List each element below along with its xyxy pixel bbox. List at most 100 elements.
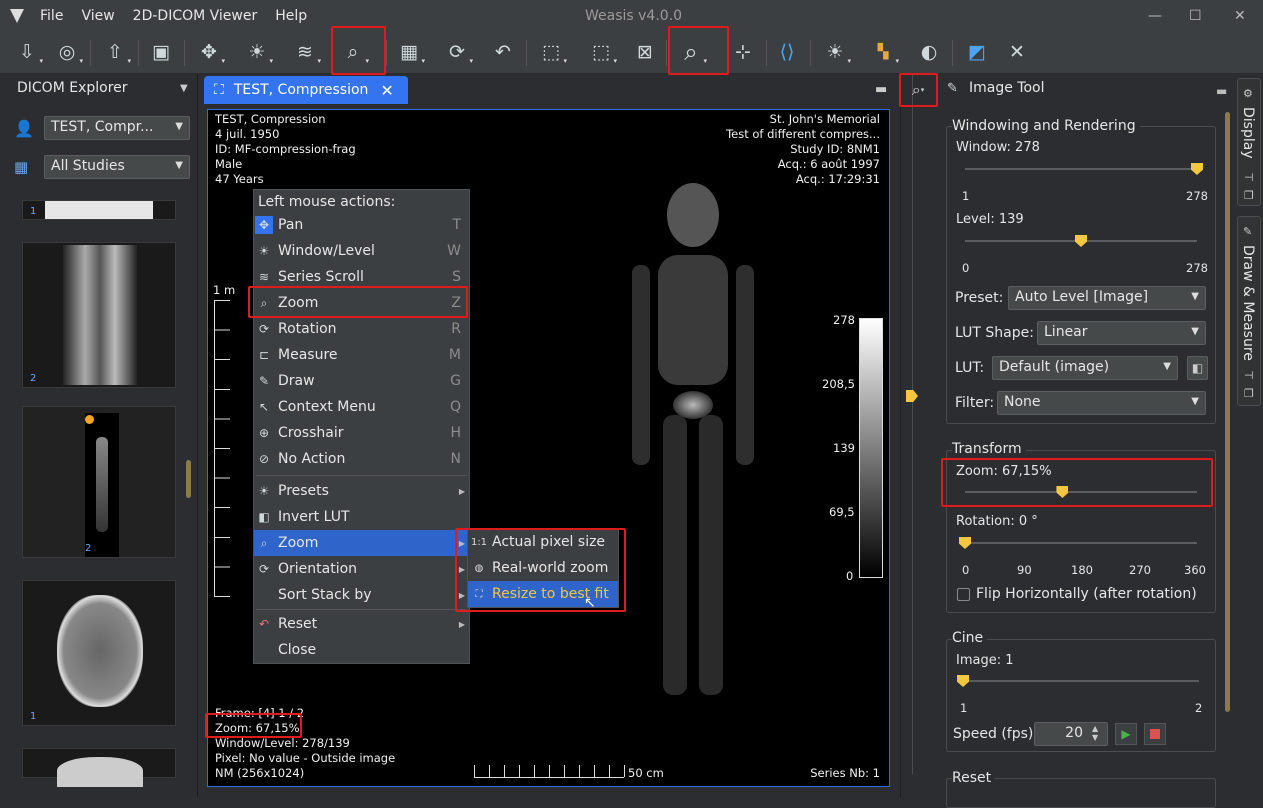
menu-file[interactable]: File [40,8,63,24]
menu-item-orientation[interactable]: ⟳ Orientation ▶ [254,556,469,582]
invert-lut-toggle-icon[interactable]: ◧ [1187,356,1208,380]
series-thumbnail[interactable]: 1 [22,200,176,220]
draw-measure-tab[interactable]: ✎ Draw & Measure ⊣ ❐ [1237,216,1261,406]
pixel-info: Pixel: No value - Outside image [215,751,396,765]
invert-lut-icon[interactable]: ◐ [912,36,946,68]
float-icon[interactable]: ❐ [1244,387,1254,400]
menu-item-zoom[interactable]: ⌕ Zoom ▶ [254,530,469,556]
pin-icon[interactable]: ⊣ [1244,369,1254,382]
mouse-window-level-icon[interactable]: ☀ ▾ [240,36,274,68]
patient-select[interactable]: TEST, Compr... ▼ [44,116,190,140]
menu-icon: ◧ [258,510,270,524]
rotation-slider[interactable] [965,542,1197,544]
title-bar: File View 2D-DICOM Viewer Help Weasis v4… [0,0,1263,32]
highlight-mouse-zoom [331,26,386,75]
synch-icon[interactable]: ⟳ ▾ [440,36,474,68]
cine-title: Cine [952,630,988,646]
explorer-menu-icon[interactable]: ▼ [180,83,188,94]
menu-item-close[interactable]: Close [254,637,469,663]
menu-icon [255,586,273,604]
menu-item-rotation[interactable]: ⟳ Rotation R [254,316,469,342]
menu-item-reset[interactable]: ↶ Reset ▶ [254,611,469,637]
menu-item-pan[interactable]: ✥ Pan T [254,212,469,238]
minimize-panel-icon[interactable]: ▬ [1216,84,1227,98]
acquisition-date: Acq.: 6 août 1997 [777,157,880,171]
display-tab[interactable]: ⚙ Display ⊣ ❐ [1237,78,1261,206]
import-dicom-icon[interactable]: ⇩ ▾ [10,36,44,68]
select-measure-icon[interactable]: ⬚ ▾ [534,36,568,68]
close-window-button[interactable]: ✕ [1234,8,1246,24]
menu-icon: ↶ [258,617,270,631]
highlight-zoom-slider [941,458,1213,507]
display-tab-icon: ⚙ [1243,87,1253,100]
menu-item-invert-lut[interactable]: ◧ Invert LUT [254,504,469,530]
series-thumbnail[interactable]: 1 [22,580,176,726]
menu-item-no-action[interactable]: ⊘ No Action N [254,446,469,472]
pan-icon: ✥ [255,216,273,234]
horizontal-scale [474,777,624,778]
panel-splitter-handle[interactable] [906,390,918,402]
flip-checkbox[interactable] [957,588,970,601]
minimize-button[interactable]: — [1148,8,1162,24]
lut-select[interactable]: Default (image) ▼ [992,356,1178,380]
lut-shape-select[interactable]: Linear ▼ [1037,321,1206,345]
maximize-button[interactable]: ☐ [1189,8,1202,24]
menu-item-context-menu[interactable]: ↖ Context Menu Q [254,394,469,420]
rotation-tick: 360 [1184,563,1206,577]
patient-name: TEST, Compression [215,112,326,126]
level-max: 278 [1186,261,1208,275]
maximize-viewer-icon[interactable]: ▬ [875,82,887,97]
cine-image-slider[interactable] [963,680,1199,682]
stop-icon[interactable] [1144,723,1166,745]
zoom-fit-icon[interactable]: ⊹ [726,36,760,68]
cine-min: 1 [960,701,968,715]
rotation-label: Rotation: 0 ° [956,514,1038,529]
pin-icon[interactable]: ⊣ [1244,171,1254,184]
rotation-tick: 270 [1129,563,1151,577]
main-toolbar: ⇩ ▾ ◎ ▾ ⇧ ▾ ▣ ✥ ▾ ☀ ▾ ≋ ▾ ⌕ ▾ ▦ ▾ ⟳ ▾ ↶ ⬚ ▾ ⬚ ▾ ⊠ ⌕… [0,26,1263,75]
play-icon[interactable]: ▶ [1115,723,1137,745]
study-description: Test of different compres... [726,127,880,141]
speed-stepper-icon[interactable]: ▲ ▼ [1092,724,1098,742]
sync-series-icon[interactable]: ⟨⟩ [770,36,804,68]
study-id: Study ID: 8NM1 [790,142,880,156]
image-tool-scrollbar[interactable] [1225,112,1230,712]
menu-item-crosshair[interactable]: ⊕ Crosshair H [254,420,469,446]
tools-icon[interactable]: ✕ [1000,36,1034,68]
explorer-scrollbar[interactable] [186,460,191,498]
studies-select[interactable]: All Studies ▼ [44,155,190,179]
window-slider[interactable] [965,168,1197,170]
draw-measure-icon[interactable]: ⬚ ▾ [584,36,618,68]
reset-icon[interactable]: ↶ [486,36,520,68]
menu-item-presets[interactable]: ☀ Presets ▶ [254,478,469,504]
float-icon[interactable]: ❐ [1244,189,1254,202]
series-number: Series Nb: 1 [810,766,880,780]
preset-select[interactable]: Auto Level [Image] ▼ [1008,286,1206,310]
series-thumbnail[interactable] [22,748,176,787]
series-thumbnail-selected[interactable]: 2 [22,406,176,558]
lut-icon[interactable]: ▚ ▾ [866,36,900,68]
menu-item-measure[interactable]: ⊏ Measure M [254,342,469,368]
menu-view[interactable]: View [81,8,114,24]
export-dicom-icon[interactable]: ⇧ ▾ [98,36,132,68]
filter-select[interactable]: None ▼ [997,391,1206,415]
mouse-pan-icon[interactable]: ✥ ▾ [192,36,226,68]
menu-2d-dicom-viewer[interactable]: 2D-DICOM Viewer [133,8,258,24]
menu-item-draw[interactable]: ✎ Draw G [254,368,469,394]
menu-item-window-level[interactable]: ☀ Window/Level W [254,238,469,264]
layout-icon[interactable]: ▦ ▾ [392,36,426,68]
export-image-icon[interactable]: ▣ [144,36,178,68]
series-thumbnail[interactable]: 2 [22,242,176,388]
menu-help[interactable]: Help [275,8,307,24]
viewer-tab[interactable]: ⛶ TEST, Compression ✕ [204,76,408,104]
presets-icon[interactable]: ☀ ▾ [818,36,852,68]
import-cd-icon[interactable]: ◎ ▾ [50,36,84,68]
vertical-scale-label: 1 m [213,283,236,297]
menu-item-sort-stack-by[interactable]: Sort Stack by ▶ [254,582,469,608]
delete-measure-icon[interactable]: ⊠ [628,36,662,68]
patient-icon: 👤 [14,119,34,138]
image-tool-icon[interactable]: ◩ [960,36,994,68]
highlight-zoom-info [205,713,302,738]
mouse-scroll-icon[interactable]: ≋ ▾ [288,36,322,68]
close-tab-icon[interactable]: ✕ [380,81,393,100]
